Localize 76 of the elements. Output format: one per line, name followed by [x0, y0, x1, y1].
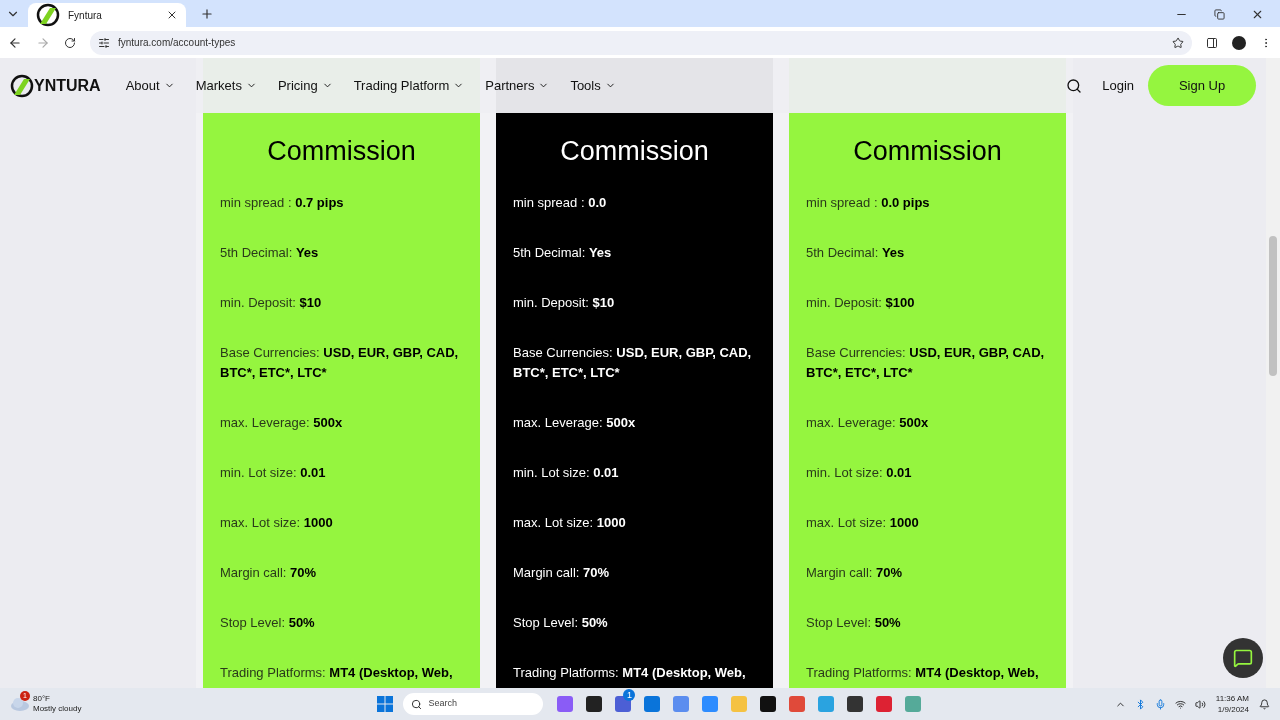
taskbar-search[interactable]: Search [403, 693, 544, 715]
card-title: Commission [559, 135, 710, 168]
nav-menu-item[interactable]: About [125, 75, 175, 96]
address-bar[interactable]: fyntura.com/account-types [90, 30, 1192, 55]
taskbar-app-icon[interactable] [760, 696, 777, 712]
card-row-text: max. Leverage: 500x [220, 413, 344, 432]
start-icon[interactable] [377, 696, 394, 712]
card-row-text: Trading Platforms: MT4 (Desktop, Web, [220, 663, 454, 682]
profile-avatar[interactable] [1232, 35, 1246, 50]
weather-text: Mostly cloudy [33, 704, 82, 714]
card-row-text: max. Lot size: 1000 [806, 513, 920, 532]
reload-icon[interactable] [64, 36, 76, 49]
card-row-text: min. Lot size: 0.01 [220, 463, 327, 482]
clock-time: 11:36 AM [1215, 693, 1249, 704]
card-row-text: Stop Level: 50% [220, 613, 316, 632]
microphone-icon[interactable] [1154, 698, 1166, 710]
card-row-text: Trading Platforms: MT4 (Desktop, Web, [806, 663, 1040, 682]
card-row-text: min. Deposit: $100 [806, 293, 916, 312]
nav-menu-item[interactable]: Tools [570, 75, 616, 96]
site-logo[interactable]: YNTURA [10, 72, 101, 99]
taskbar-app-icon[interactable] [847, 696, 864, 712]
card-row-text: Stop Level: 50% [513, 613, 609, 632]
card-row-text: min. Deposit: $10 [220, 293, 323, 312]
card-row-text: 5th Decimal: Yes [806, 243, 906, 262]
card-row-text: Margin call: 70% [220, 563, 318, 582]
card-row-text: max. Leverage: 500x [513, 413, 637, 432]
clock-date: 1/9/2024 [1217, 704, 1249, 715]
card-row-text: min. Lot size: 0.01 [806, 463, 913, 482]
card-row-text: min. Lot size: 0.01 [513, 463, 620, 482]
bookmark-icon[interactable] [1172, 36, 1184, 49]
card-row-text: min. Deposit: $10 [513, 293, 616, 312]
browser-tab[interactable]: Fyntura [28, 3, 186, 27]
card-row-text: max. Lot size: 1000 [513, 513, 627, 532]
close-window-icon[interactable] [1251, 8, 1264, 21]
card-row-text: Trading Platforms: MT4 (Desktop, Web, [513, 663, 747, 682]
card-row-text: max. Lot size: 1000 [220, 513, 334, 532]
search-icon [411, 698, 423, 710]
nav-menu-item[interactable]: Partners [485, 75, 550, 96]
sign-up-button[interactable]: Sign Up [1148, 65, 1256, 106]
chat-icon [1233, 648, 1253, 668]
wifi-icon[interactable] [1174, 698, 1186, 710]
card-title: Commission [852, 135, 1003, 168]
notification-badge: 1 [623, 689, 636, 701]
nav-menu-item[interactable]: Pricing [277, 75, 333, 96]
cloud-icon [10, 697, 30, 711]
taskbar-app-icon[interactable] [586, 696, 603, 712]
card-row-text: Base Currencies: USD, EUR, GBP, CAD, BTC*, ETC*, LTC* [220, 343, 460, 382]
card-row-text: Margin call: 70% [513, 563, 611, 582]
card-row-text: 5th Decimal: Yes [513, 243, 613, 262]
scrollbar[interactable] [1266, 58, 1280, 688]
notification-icon[interactable] [1259, 698, 1270, 710]
side-panel-icon[interactable] [1206, 36, 1218, 49]
card-row-text: min spread : 0.0 pips [806, 193, 931, 212]
login-link[interactable]: Login [1102, 75, 1134, 96]
logo-icon [10, 72, 34, 99]
new-tab-icon[interactable] [200, 7, 214, 21]
nav-menu-item[interactable]: Trading Platform [353, 75, 465, 96]
card-row-text: Base Currencies: USD, EUR, GBP, CAD, BTC*, ETC*, LTC* [806, 343, 1046, 382]
card-row-text: 5th Decimal: Yes [220, 243, 320, 262]
card-row-text: max. Leverage: 500x [806, 413, 930, 432]
volume-icon[interactable] [1194, 698, 1206, 710]
card-row-text: Margin call: 70% [806, 563, 904, 582]
card-row-text: min spread : 0.7 pips [220, 193, 345, 212]
nav-menu-item[interactable]: Markets [195, 75, 257, 96]
logo-icon [36, 2, 60, 28]
card-row-text: Base Currencies: USD, EUR, GBP, CAD, BTC*, ETC*, LTC* [513, 343, 753, 382]
card-row-text: min spread : 0.0 [513, 193, 608, 212]
temperature-text: 80°F [33, 694, 51, 704]
site-info-icon[interactable] [98, 36, 110, 49]
restore-icon[interactable] [1214, 9, 1225, 20]
card-row-text: Stop Level: 50% [806, 613, 902, 632]
search-icon[interactable] [1066, 77, 1083, 94]
card-title: Commission [266, 135, 417, 168]
close-icon[interactable] [166, 9, 178, 21]
chat-button[interactable] [1223, 638, 1263, 678]
back-icon[interactable] [8, 35, 22, 50]
